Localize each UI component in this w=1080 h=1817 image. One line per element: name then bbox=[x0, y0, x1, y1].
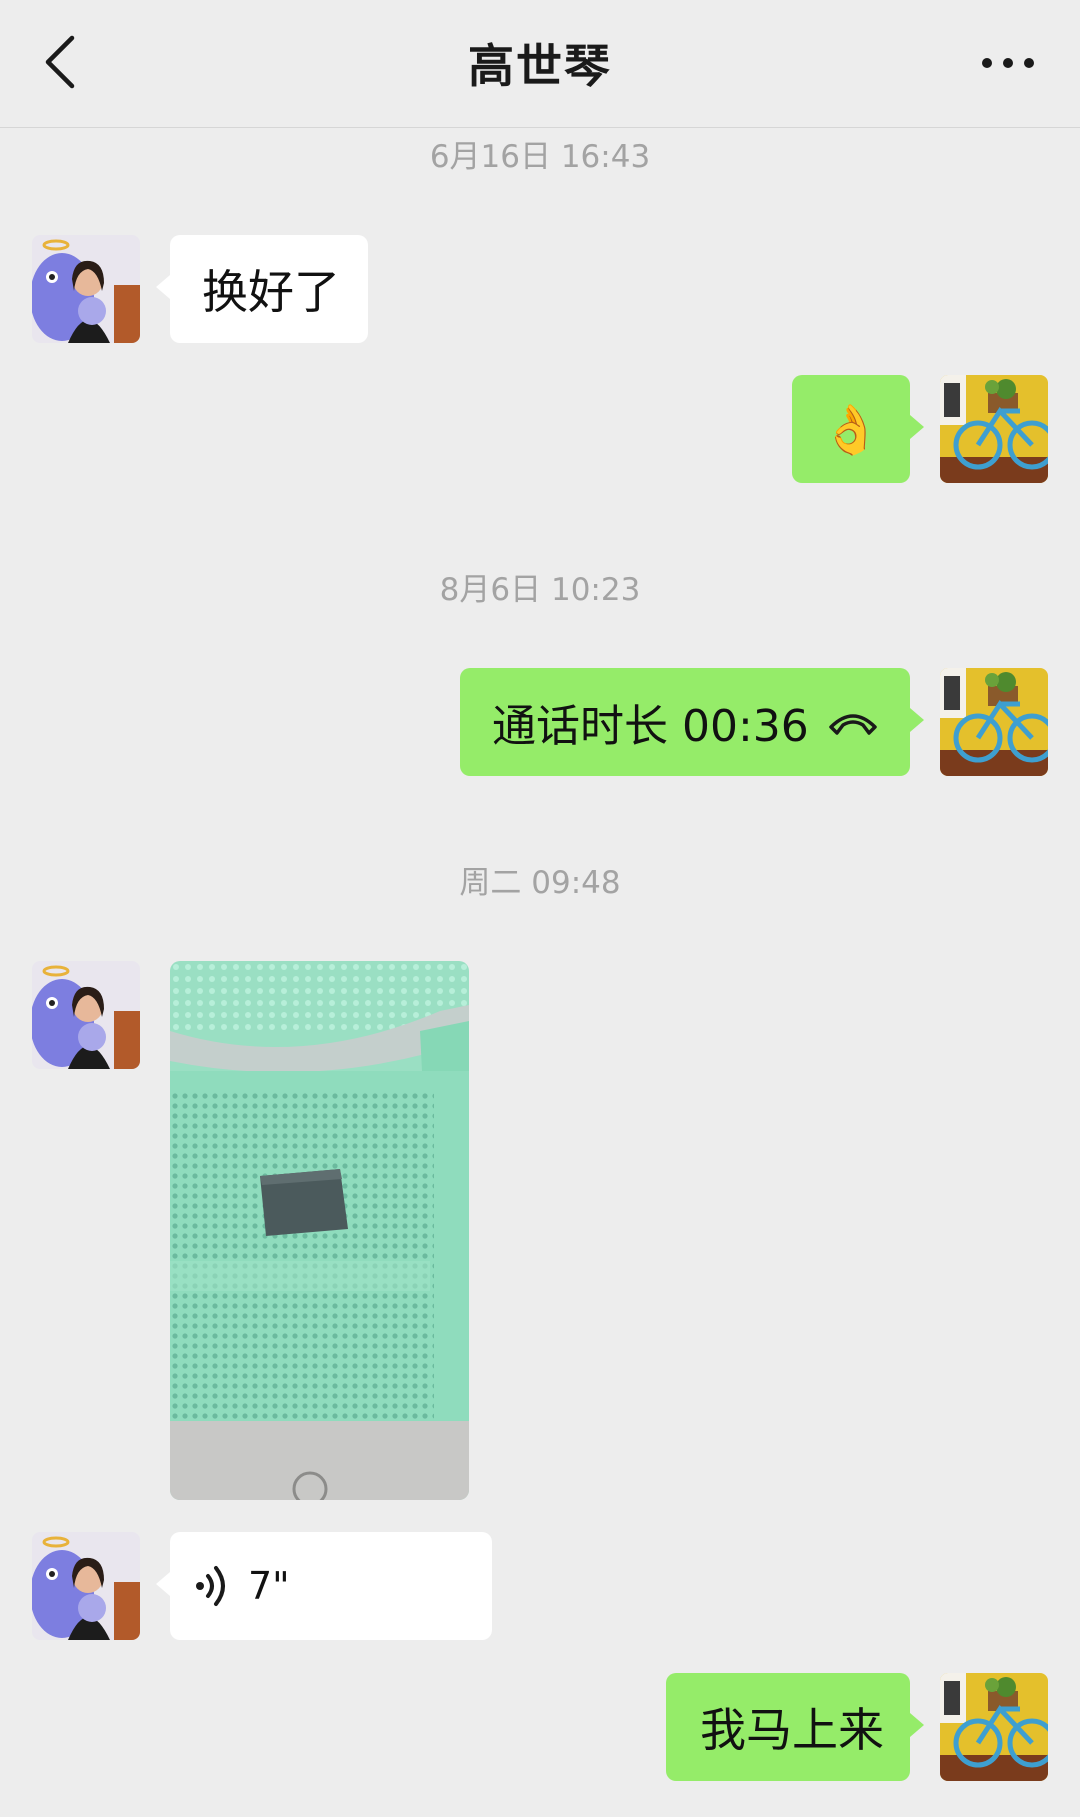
call-record-bubble[interactable]: 通话时长 00:36 bbox=[460, 668, 924, 776]
voice-wave-icon bbox=[196, 1566, 225, 1606]
message-bubble-outgoing[interactable]: 👌 bbox=[792, 375, 924, 483]
timestamp: 周二 09:48 bbox=[459, 865, 621, 901]
message-text: 我马上来 bbox=[700, 1703, 884, 1757]
contact-avatar[interactable] bbox=[32, 235, 140, 343]
more-horizontal-icon[interactable] bbox=[980, 52, 1036, 74]
voice-message-bubble[interactable]: 7" bbox=[156, 1532, 492, 1640]
message-text: 换好了 bbox=[202, 265, 340, 319]
call-duration-text: 通话时长 00:36 bbox=[492, 701, 809, 752]
contact-avatar[interactable] bbox=[32, 961, 140, 1069]
message-bubble-outgoing[interactable]: 我马上来 bbox=[666, 1673, 924, 1781]
chair-photo bbox=[170, 961, 469, 1500]
timestamp: 6月16日 16:43 bbox=[429, 139, 651, 175]
image-message[interactable] bbox=[170, 961, 469, 1500]
chat-title: 高世琴 bbox=[468, 39, 612, 93]
chat-header: 高世琴 bbox=[0, 0, 1080, 128]
my-avatar[interactable] bbox=[940, 375, 1048, 483]
my-avatar[interactable] bbox=[940, 1673, 1048, 1781]
voice-duration: 7" bbox=[248, 1564, 290, 1608]
ok-hand-emoji: 👌 bbox=[821, 401, 881, 458]
my-avatar[interactable] bbox=[940, 668, 1048, 776]
message-bubble-incoming[interactable]: 换好了 bbox=[156, 235, 368, 343]
phone-hangup-icon bbox=[829, 714, 877, 735]
timestamp: 8月6日 10:23 bbox=[439, 572, 641, 608]
contact-avatar[interactable] bbox=[32, 1532, 140, 1640]
